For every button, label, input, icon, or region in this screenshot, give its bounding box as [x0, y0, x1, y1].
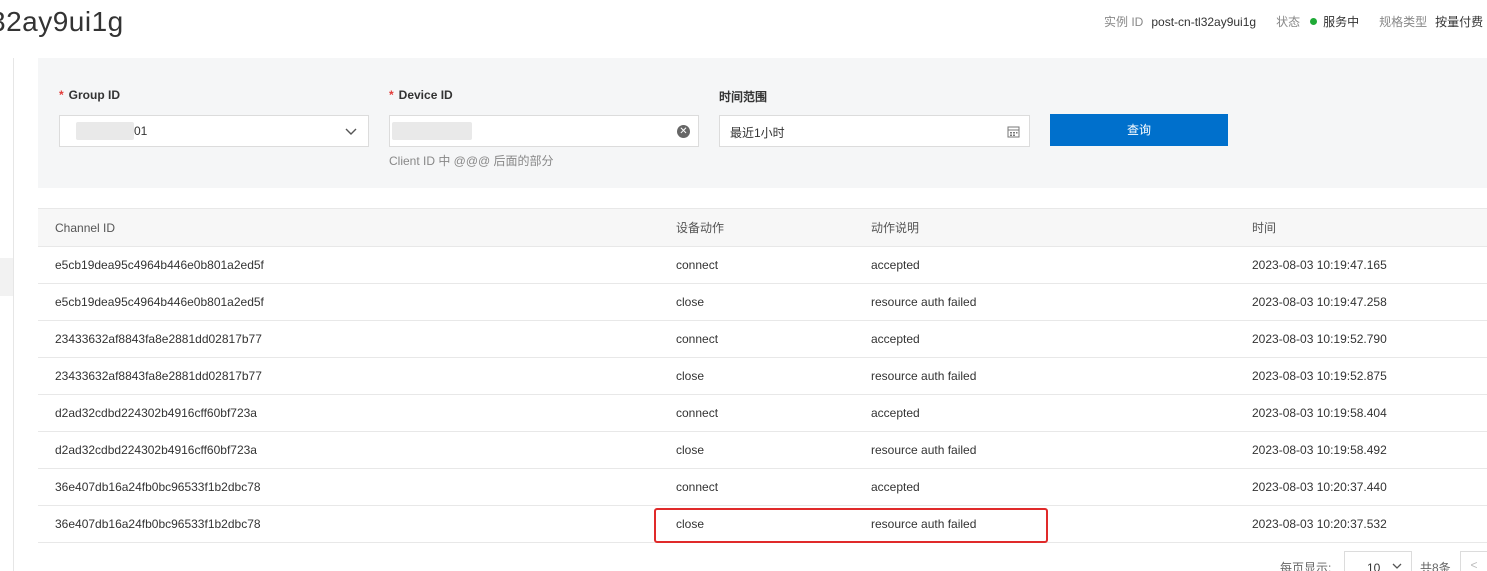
action-description-cell: accepted	[871, 332, 920, 346]
device-action-cell: connect	[676, 332, 719, 346]
calendar-icon	[1007, 126, 1020, 138]
device-action-cell: close	[676, 295, 705, 309]
spec-type-label: 规格类型	[1379, 15, 1428, 29]
table-row: e5cb19dea95c4964b446e0b801a2ed5f close res…	[38, 284, 1487, 321]
time-cell: 2023-08-03 10:20:37.440	[1252, 480, 1387, 494]
highlight-annotation-box	[654, 508, 1048, 543]
table-row: 23433632af8843fa8e2881dd02817b77 close res…	[38, 358, 1487, 395]
action-description-cell: accepted	[871, 258, 920, 272]
time-cell: 2023-08-03 10:19:58.404	[1252, 406, 1387, 420]
clear-icon[interactable]: ✕	[677, 125, 690, 138]
device-id-label: * Device ID	[389, 88, 453, 102]
time-cell: 2023-08-03 10:19:52.875	[1252, 369, 1387, 383]
left-sidebar-divider	[13, 58, 14, 571]
query-button[interactable]: 查询	[1050, 114, 1228, 146]
table-row: 36e407db16a24fb0bc96533f1b2dbc78 connect a…	[38, 469, 1487, 506]
table-row: d2ad32cdbd224302b4916cff60bf723a close res…	[38, 432, 1487, 469]
device-action-cell: connect	[676, 406, 719, 420]
chevron-down-icon	[345, 128, 357, 135]
page-size-select[interactable]: 10	[1344, 551, 1412, 571]
table-row: e5cb19dea95c4964b446e0b801a2ed5f connect a…	[38, 247, 1487, 284]
prev-page-button[interactable]: <	[1460, 551, 1487, 571]
column-header-device-action: 设备动作	[676, 221, 725, 235]
time-cell: 2023-08-03 10:19:52.790	[1252, 332, 1387, 346]
device-action-cell: connect	[676, 258, 719, 272]
channel-id-cell: d2ad32cdbd224302b4916cff60bf723a	[55, 406, 257, 420]
action-description-cell: resource auth failed	[871, 369, 977, 383]
column-header-action-description: 动作说明	[871, 221, 920, 235]
table-row: d2ad32cdbd224302b4916cff60bf723a connect a…	[38, 395, 1487, 432]
group-id-label: * Group ID	[59, 88, 120, 102]
channel-id-cell: 23433632af8843fa8e2881dd02817b77	[55, 332, 262, 346]
action-description-cell: accepted	[871, 406, 920, 420]
table-row: 23433632af8843fa8e2881dd02817b77 connect a…	[38, 321, 1487, 358]
page-title: 32ay9ui1g	[0, 6, 124, 37]
instance-id-value: post-cn-tl32ay9ui1g	[1151, 14, 1257, 29]
time-cell: 2023-08-03 10:19:47.258	[1252, 295, 1387, 309]
channel-id-cell: 23433632af8843fa8e2881dd02817b77	[55, 369, 262, 383]
device-action-cell: connect	[676, 480, 719, 494]
group-id-value: 01	[134, 124, 148, 138]
action-description-cell: resource auth failed	[871, 295, 977, 309]
action-description-cell: resource auth failed	[871, 443, 977, 457]
sidebar-active-indicator[interactable]	[0, 258, 13, 296]
status-label: 状态	[1276, 15, 1301, 29]
page-size-value: 10	[1367, 561, 1381, 571]
action-description-cell: accepted	[871, 480, 920, 494]
log-table: Channel ID 设备动作 动作说明 时间 e5cb19dea95c4964…	[38, 208, 1487, 543]
table-body: e5cb19dea95c4964b446e0b801a2ed5f connect a…	[38, 247, 1487, 543]
status-value: 服务中	[1323, 15, 1360, 29]
spec-type-value: 按量付费	[1435, 15, 1484, 29]
table-header: Channel ID 设备动作 动作说明 时间	[38, 208, 1487, 247]
time-range-value: 最近1小时	[730, 126, 785, 140]
instance-meta: 实例 ID post-cn-tl32ay9ui1g 状态 服务中 规格类型 按量…	[1104, 13, 1483, 30]
channel-id-cell: 36e407db16a24fb0bc96533f1b2dbc78	[55, 517, 261, 531]
column-header-channel-id: Channel ID	[55, 220, 116, 235]
status-dot-icon	[1310, 18, 1318, 25]
channel-id-cell: e5cb19dea95c4964b446e0b801a2ed5f	[55, 258, 264, 272]
time-cell: 2023-08-03 10:19:58.492	[1252, 443, 1387, 457]
device-id-input[interactable]: ✕	[389, 115, 699, 147]
total-count: 共8条	[1420, 561, 1451, 571]
page-size-label: 每页显示:	[1280, 561, 1332, 571]
time-cell: 2023-08-03 10:20:37.532	[1252, 517, 1387, 531]
device-action-cell: close	[676, 443, 705, 457]
channel-id-cell: 36e407db16a24fb0bc96533f1b2dbc78	[55, 480, 261, 494]
device-id-hint: Client ID 中 @@@ 后面的部分	[389, 154, 554, 168]
time-cell: 2023-08-03 10:19:47.165	[1252, 258, 1387, 272]
redacted-mask	[76, 122, 134, 140]
group-id-select[interactable]: 01	[59, 115, 369, 147]
chevron-down-icon	[1392, 563, 1402, 569]
time-range-label: 时间范围	[719, 90, 768, 104]
channel-id-cell: e5cb19dea95c4964b446e0b801a2ed5f	[55, 295, 264, 309]
column-header-time: 时间	[1252, 221, 1277, 235]
device-action-cell: close	[676, 369, 705, 383]
channel-id-cell: d2ad32cdbd224302b4916cff60bf723a	[55, 443, 257, 457]
time-range-picker[interactable]: 最近1小时	[719, 115, 1030, 147]
redacted-mask	[392, 122, 472, 140]
instance-id-label: 实例 ID	[1104, 15, 1144, 29]
